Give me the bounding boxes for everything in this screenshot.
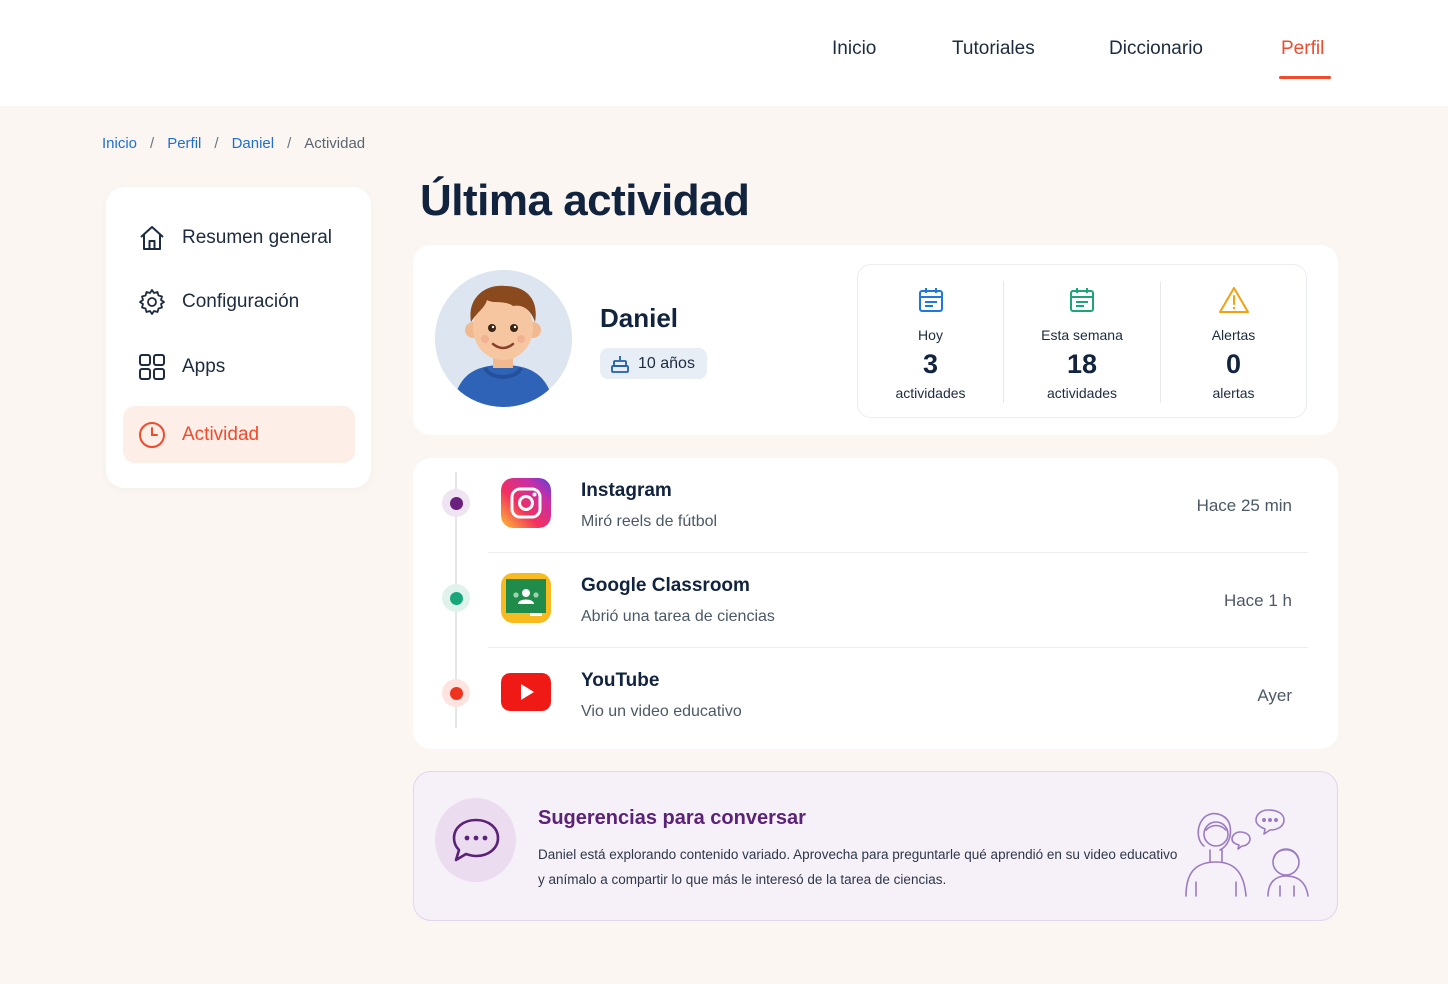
google-classroom-icon [501, 573, 551, 623]
chat-bubble-icon [435, 798, 516, 882]
stat-semana: Esta semana 18 actividades [1004, 265, 1160, 419]
home-icon [136, 222, 168, 254]
cake-icon [610, 354, 630, 374]
timeline-dot [442, 489, 470, 517]
nav-active-indicator [1279, 76, 1331, 79]
app-name: Google Classroom [581, 575, 750, 596]
nav-inicio[interactable]: Inicio [832, 38, 876, 60]
apps-grid-icon [136, 351, 168, 383]
age-badge: 10 años [600, 348, 707, 379]
stat-value: 18 [1066, 349, 1098, 379]
top-header: Inicio Tutoriales Diccionario Perfil [0, 0, 1448, 106]
stat-unit: actividades [895, 385, 966, 401]
stats-box: Hoy 3 actividades Esta semana 18 activid… [857, 264, 1307, 418]
stat-value: 3 [922, 349, 939, 379]
breadcrumb-inicio[interactable]: Inicio [102, 135, 137, 152]
gear-icon [136, 286, 168, 318]
nav-tutoriales[interactable]: Tutoriales [952, 38, 1035, 60]
parent-child-talking-icon [1182, 806, 1314, 903]
clock-icon [136, 419, 168, 451]
sidebar-item-label: Actividad [182, 423, 260, 445]
conversation-suggestions: Sugerencias para conversar Daniel está e… [413, 771, 1338, 921]
child-name: Daniel [600, 303, 679, 333]
sidebar-item-apps[interactable]: Apps [123, 338, 355, 395]
sidebar: Resumen general Configuración Apps Activ… [106, 187, 371, 488]
activity-description: Vio un video educativo [581, 703, 742, 720]
breadcrumb: Inicio / Perfil / Daniel / Actividad [102, 135, 365, 152]
page-title: Última actividad [420, 176, 750, 225]
timeline-item-classroom[interactable]: Google Classroom Abrió una tarea de cien… [413, 553, 1338, 648]
activity-timeline: Instagram Miró reels de fútbol Hace 25 m… [413, 458, 1338, 749]
stat-label: Hoy [918, 327, 943, 343]
age-label: 10 años [638, 354, 695, 372]
app-name: Instagram [581, 480, 672, 501]
stat-unit: actividades [1046, 385, 1118, 401]
activity-time: Hace 1 h [1223, 591, 1292, 610]
youtube-icon [501, 673, 551, 711]
activity-time: Hace 25 min [1196, 496, 1292, 515]
warning-icon [1218, 285, 1250, 320]
app-name: YouTube [581, 670, 660, 691]
stat-unit: alertas [1212, 385, 1255, 401]
instagram-icon [501, 478, 551, 528]
activity-description: Abrió una tarea de ciencias [581, 608, 775, 625]
sidebar-item-label: Resumen general [182, 226, 332, 248]
suggestions-text: Daniel está explorando contenido variado… [538, 847, 1178, 887]
sidebar-item-configuracion[interactable]: Configuración [123, 273, 355, 330]
breadcrumb-separator: / [214, 135, 219, 152]
breadcrumb-separator: / [287, 135, 292, 152]
breadcrumb-separator: / [150, 135, 155, 152]
sidebar-item-label: Configuración [182, 290, 300, 312]
sidebar-item-actividad[interactable]: Actividad [123, 406, 355, 463]
breadcrumb-perfil[interactable]: Perfil [167, 135, 201, 152]
sidebar-item-label: Apps [182, 355, 226, 377]
timeline-item-youtube[interactable]: YouTube Vio un video educativo Ayer [413, 648, 1338, 743]
breadcrumb-current: Actividad [304, 135, 366, 152]
breadcrumb-daniel[interactable]: Daniel [232, 135, 275, 152]
profile-card: Daniel 10 años Hoy 3 actividades Esta se… [413, 245, 1338, 435]
stat-alertas: Alertas 0 alertas [1161, 265, 1306, 419]
suggestions-title: Sugerencias para conversar [538, 807, 806, 829]
nav-perfil[interactable]: Perfil [1281, 38, 1324, 60]
avatar [435, 270, 572, 407]
stat-label: Esta semana [1041, 327, 1123, 343]
nav-diccionario[interactable]: Diccionario [1109, 38, 1203, 60]
stat-value: 0 [1225, 349, 1242, 379]
calendar-week-icon [1067, 285, 1097, 320]
timeline-item-instagram[interactable]: Instagram Miró reels de fútbol Hace 25 m… [413, 458, 1338, 553]
activity-description: Miró reels de fútbol [581, 513, 718, 530]
activity-time: Ayer [1257, 686, 1292, 705]
timeline-dot [442, 584, 470, 612]
stat-hoy: Hoy 3 actividades [858, 265, 1003, 419]
stat-label: Alertas [1211, 327, 1256, 343]
calendar-icon [916, 285, 946, 320]
sidebar-item-resumen[interactable]: Resumen general [123, 209, 355, 266]
timeline-dot [442, 679, 470, 707]
